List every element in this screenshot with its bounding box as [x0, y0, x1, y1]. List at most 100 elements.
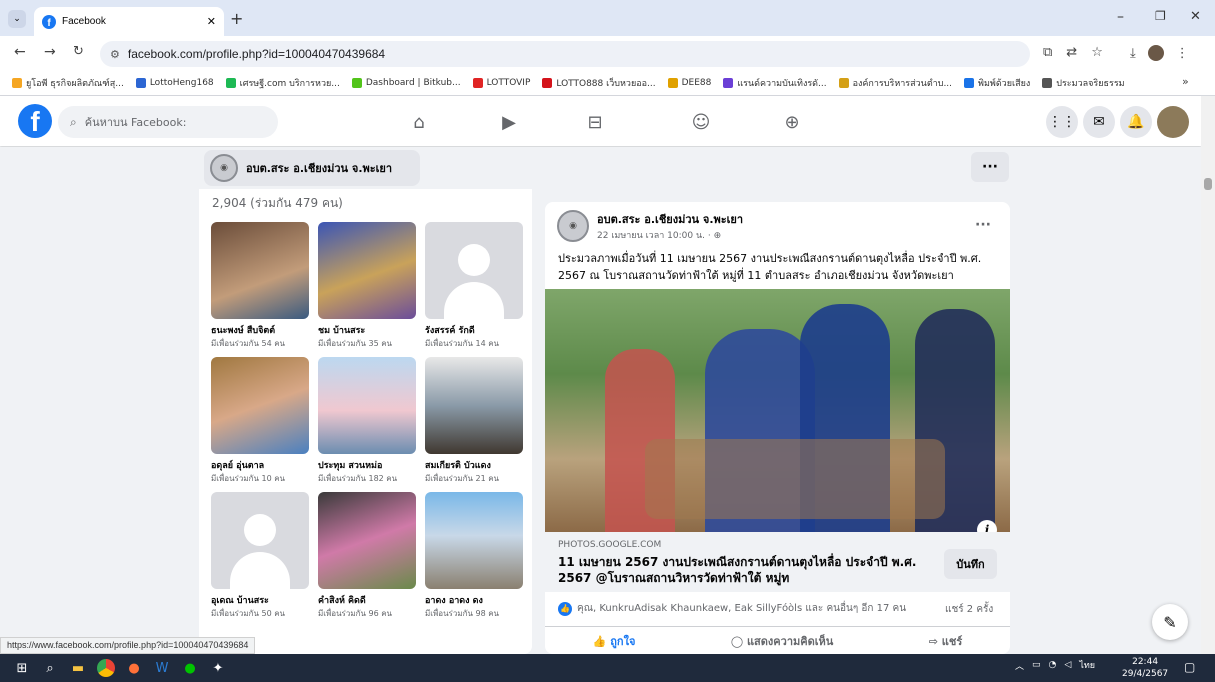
- more-bookmarks-button[interactable]: »: [1182, 75, 1189, 88]
- watch-video-icon[interactable]: ▶: [497, 110, 521, 134]
- friend-photo[interactable]: [211, 222, 309, 319]
- system-clock[interactable]: 22:44 29/4/2567: [1122, 656, 1168, 680]
- bookmark-item[interactable]: พิมพ์ด้วยเสียง: [964, 76, 1030, 90]
- bookmark-item[interactable]: ยูโอพี ธุรกิจผลิตภัณฑ์สุ...: [12, 76, 124, 90]
- bookmark-item[interactable]: LOTTOVIP: [472, 77, 530, 88]
- word-icon[interactable]: W: [148, 654, 176, 682]
- post-more-icon[interactable]: ···: [975, 217, 991, 233]
- post-actions: 👍 ถูกใจ ◯ แสดงความคิดเห็น ⇨ แชร์: [545, 626, 1010, 654]
- reactions-summary[interactable]: 👍 คุณ, KunkruAdisak Khaunkaew, Eak Silly…: [558, 601, 906, 616]
- like-button[interactable]: 👍 ถูกใจ: [593, 632, 636, 650]
- friend-name[interactable]: สมเกียรติ บัวแดง: [425, 458, 524, 472]
- profile-more-button[interactable]: ···: [971, 152, 1009, 182]
- forward-arrow-icon[interactable]: →: [44, 44, 56, 60]
- post-time[interactable]: 22 เมษายน เวลา 10:00 น. ·: [597, 231, 714, 241]
- groups-icon[interactable]: ☺: [689, 110, 713, 134]
- friend-name[interactable]: อุเดณ บ้านสระ: [211, 593, 310, 607]
- notifications-bell-icon[interactable]: 🔔: [1120, 106, 1152, 138]
- friend-card[interactable]: ชม บ้านสระ มีเพื่อนร่วมกัน 35 คน: [318, 222, 417, 350]
- firefox-icon[interactable]: ●: [120, 654, 148, 682]
- shares-count[interactable]: แชร์ 2 ครั้ง: [945, 602, 993, 617]
- network-icon[interactable]: ◔: [1049, 660, 1057, 670]
- home-icon[interactable]: ⌂: [407, 110, 431, 134]
- new-message-compose-icon[interactable]: ✎: [1152, 604, 1188, 640]
- bookmark-star-icon[interactable]: ☆: [1091, 45, 1103, 60]
- comment-button[interactable]: ◯ แสดงความคิดเห็น: [731, 632, 833, 650]
- save-button[interactable]: บันทึก: [944, 549, 997, 579]
- friend-name[interactable]: อดุลย์ อุ่นตาล: [211, 458, 310, 472]
- share-button[interactable]: ⇨ แชร์: [929, 632, 963, 650]
- friend-photo[interactable]: [425, 222, 523, 319]
- friend-card[interactable]: คำสิงห์ คิดดี มีเพื่อนร่วมกัน 96 คน: [318, 492, 417, 620]
- account-avatar[interactable]: [1157, 106, 1189, 138]
- friend-card[interactable]: ประทุม สวนหม่อ มีเพื่อนร่วมกัน 182 คน: [318, 357, 417, 485]
- download-icon[interactable]: ⤓: [1130, 46, 1136, 61]
- chrome-icon[interactable]: [92, 654, 120, 682]
- battery-icon[interactable]: ▭: [1032, 660, 1041, 670]
- paint-icon[interactable]: ✦: [204, 654, 232, 682]
- friend-name[interactable]: คำสิงห์ คิดดี: [318, 593, 417, 607]
- friend-photo[interactable]: [211, 492, 309, 589]
- new-tab-button[interactable]: +: [230, 9, 243, 28]
- bookmark-item[interactable]: องค์การบริหารส่วนตำบ...: [838, 76, 952, 90]
- tab-search-button[interactable]: ⌄: [8, 10, 26, 28]
- friend-name[interactable]: ธนะพงษ์ สืบจิตต์: [211, 323, 310, 337]
- friend-card[interactable]: อุเดณ บ้านสระ มีเพื่อนร่วมกัน 50 คน: [211, 492, 310, 620]
- post-author-avatar[interactable]: ◉: [557, 210, 589, 242]
- close-tab-icon[interactable]: ✕: [207, 15, 216, 28]
- bookmark-item[interactable]: แรนด์ความบันเทิงรดั...: [723, 76, 827, 90]
- friend-photo[interactable]: [318, 357, 416, 454]
- friend-card[interactable]: สมเกียรติ บัวแดง มีเพื่อนร่วมกัน 21 คน: [425, 357, 524, 485]
- friend-photo[interactable]: [318, 492, 416, 589]
- minimize-button[interactable]: –: [1117, 9, 1124, 25]
- facebook-search-input[interactable]: ⌕ ค้นหาบน Facebook:: [58, 106, 278, 138]
- facebook-logo-icon[interactable]: f: [18, 104, 52, 138]
- marketplace-icon[interactable]: ⊟: [583, 110, 607, 134]
- maximize-button[interactable]: ❐: [1155, 9, 1166, 23]
- post-author[interactable]: อบต.สระ อ.เชียงม่วน จ.พะเยา: [597, 210, 743, 228]
- url-bar[interactable]: ⚙ facebook.com/profile.php?id=1000404704…: [100, 41, 1030, 67]
- post-photo[interactable]: [545, 289, 1010, 532]
- friend-card[interactable]: ธนะพงษ์ สืบจิตต์ มีเพื่อนร่วมกัน 54 คน: [211, 222, 310, 350]
- friend-photo[interactable]: [425, 492, 523, 589]
- messenger-icon[interactable]: ✉: [1083, 106, 1115, 138]
- reload-icon[interactable]: ↻: [73, 44, 84, 59]
- bookmark-item[interactable]: LOTTO888 เว็บหวยออ...: [542, 76, 656, 90]
- notification-center-icon[interactable]: ▢: [1184, 660, 1195, 674]
- line-icon[interactable]: ●: [176, 654, 204, 682]
- friend-name[interactable]: อาดง อาดง ดง: [425, 593, 524, 607]
- friend-card[interactable]: อาดง อาดง ดง มีเพื่อนร่วมกัน 98 คน: [425, 492, 524, 620]
- profile-name-chip[interactable]: ◉ อบต.สระ อ.เชียงม่วน จ.พะเยา: [204, 150, 420, 186]
- scrollbar-thumb[interactable]: [1204, 178, 1212, 190]
- profile-avatar-icon[interactable]: [1147, 45, 1164, 61]
- bookmark-item[interactable]: LottoHeng168: [135, 77, 214, 88]
- file-explorer-icon[interactable]: ▬: [64, 654, 92, 682]
- friend-name[interactable]: ประทุม สวนหม่อ: [318, 458, 417, 472]
- link-title[interactable]: 11 เมษายน 2567 งานประเพณีสงกรานต์ดานตุงไ…: [558, 554, 928, 586]
- tray-chevron-icon[interactable]: ︿: [1015, 659, 1024, 672]
- windows-start-icon[interactable]: ⊞: [8, 654, 36, 682]
- site-info-icon[interactable]: ⚙: [110, 48, 120, 61]
- volume-icon[interactable]: ◁: [1064, 660, 1071, 670]
- install-app-icon[interactable]: ⧉: [1043, 45, 1052, 60]
- friend-photo[interactable]: [425, 357, 523, 454]
- bookmark-item[interactable]: ประมวลจริยธรรม: [1042, 76, 1125, 90]
- gaming-icon[interactable]: ⊕: [780, 110, 804, 134]
- browser-tab[interactable]: f Facebook ✕: [34, 7, 224, 36]
- back-arrow-icon[interactable]: ←: [14, 44, 26, 60]
- input-language[interactable]: ไทย: [1079, 658, 1095, 672]
- friend-name[interactable]: ชม บ้านสระ: [318, 323, 417, 337]
- translate-icon[interactable]: ⇄: [1066, 45, 1077, 60]
- menu-grid-icon[interactable]: ⋮⋮: [1046, 106, 1078, 138]
- friend-card[interactable]: อดุลย์ อุ่นตาล มีเพื่อนร่วมกัน 10 คน: [211, 357, 310, 485]
- bookmark-item[interactable]: Dashboard | Bitkub...: [351, 77, 461, 88]
- bookmark-item[interactable]: เศรษฐี.com บริการหวย...: [225, 76, 340, 90]
- taskbar-search-icon[interactable]: ⌕: [36, 654, 64, 682]
- friend-photo[interactable]: [211, 357, 309, 454]
- close-window-button[interactable]: ✕: [1190, 9, 1201, 24]
- friend-photo[interactable]: [318, 222, 416, 319]
- browser-menu-icon[interactable]: ⋮: [1176, 46, 1189, 61]
- bookmark-item[interactable]: DEE88: [667, 77, 711, 88]
- friend-name[interactable]: รังสรรค์ รักดี: [425, 323, 524, 337]
- friend-card[interactable]: รังสรรค์ รักดี มีเพื่อนร่วมกัน 14 คน: [425, 222, 524, 350]
